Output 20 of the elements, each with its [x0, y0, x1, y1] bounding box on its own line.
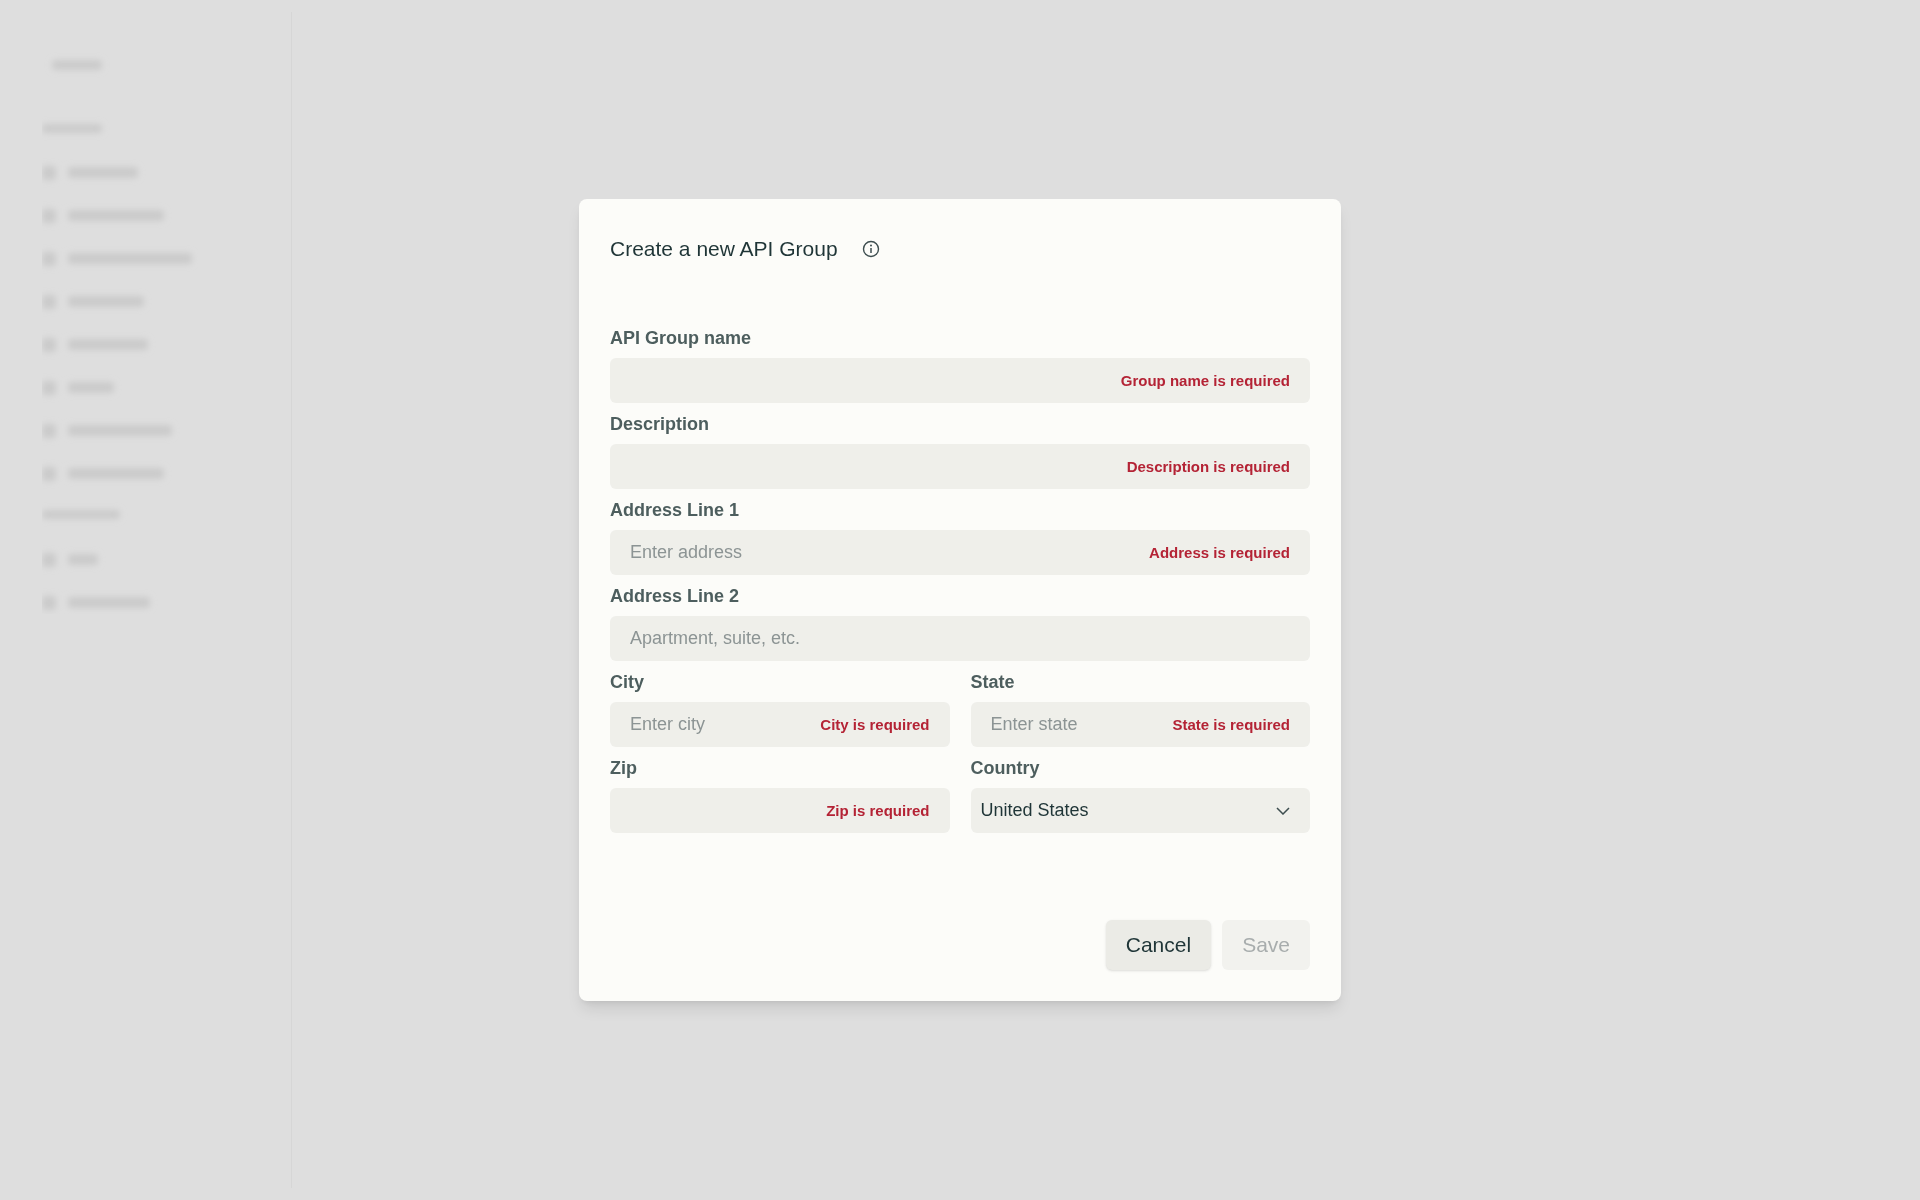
error-message: Zip is required [826, 801, 930, 820]
error-message: Address is required [1149, 543, 1290, 562]
country-select[interactable]: United States [970, 788, 1310, 833]
field-label: Country [970, 757, 1041, 780]
field-label: Description [610, 413, 711, 436]
field-label: Address Line 2 [610, 585, 741, 608]
error-message: City is required [820, 715, 930, 734]
error-message: State is required [1172, 715, 1290, 734]
info-icon[interactable] [861, 240, 880, 258]
field-label: Address Line 1 [610, 499, 741, 522]
error-message: Group name is required [1120, 371, 1290, 390]
field-label: API Group name [610, 327, 753, 350]
chevron-down-icon [1276, 806, 1290, 815]
dialog-title: Create a new API Group [610, 236, 838, 263]
error-message: Description is required [1126, 457, 1290, 476]
field-label: State [970, 671, 1016, 694]
input-field[interactable]: Apartment, suite, etc. [610, 616, 1310, 661]
field-label: Zip [610, 757, 638, 780]
field-label: City [610, 671, 645, 694]
dialog-button[interactable]: Cancel [1105, 920, 1212, 970]
